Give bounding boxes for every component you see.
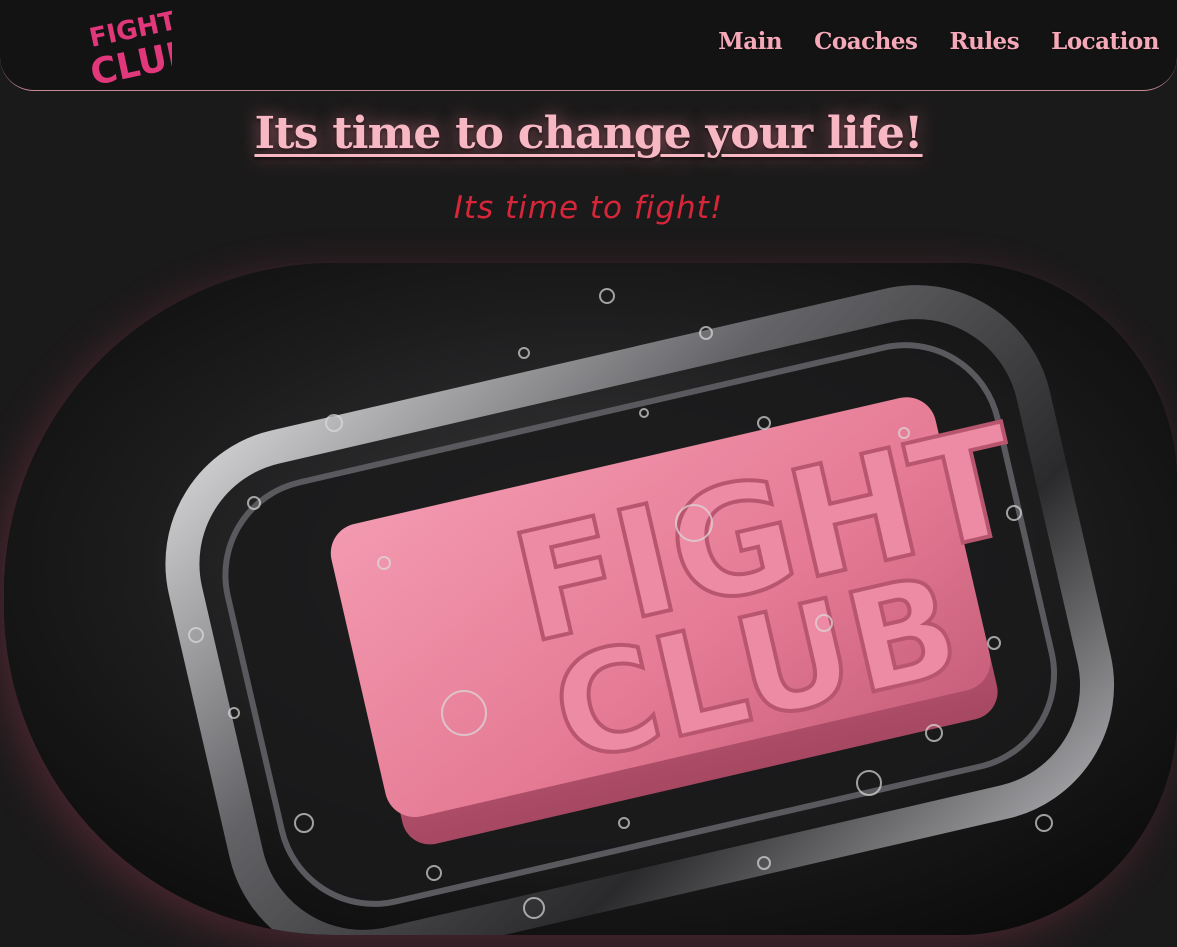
hero-image: FIGHT CLUB [4, 263, 1177, 935]
fight-club-logo[interactable]: FIGHT CLUB [78, 0, 198, 94]
nav-coaches-link[interactable]: Coaches [814, 28, 918, 55]
nav-location-link[interactable]: Location [1051, 28, 1159, 55]
hero-subheadline: Its time to fight! [453, 190, 724, 226]
nav-rules-link[interactable]: Rules [949, 28, 1019, 55]
main-nav: Main Coaches Rules Location [718, 28, 1159, 55]
site-header: FIGHT CLUB Main Coaches Rules Location [0, 0, 1177, 94]
nav-main-link[interactable]: Main [718, 28, 782, 55]
hero-headline: Its time to change your life! [254, 108, 923, 159]
